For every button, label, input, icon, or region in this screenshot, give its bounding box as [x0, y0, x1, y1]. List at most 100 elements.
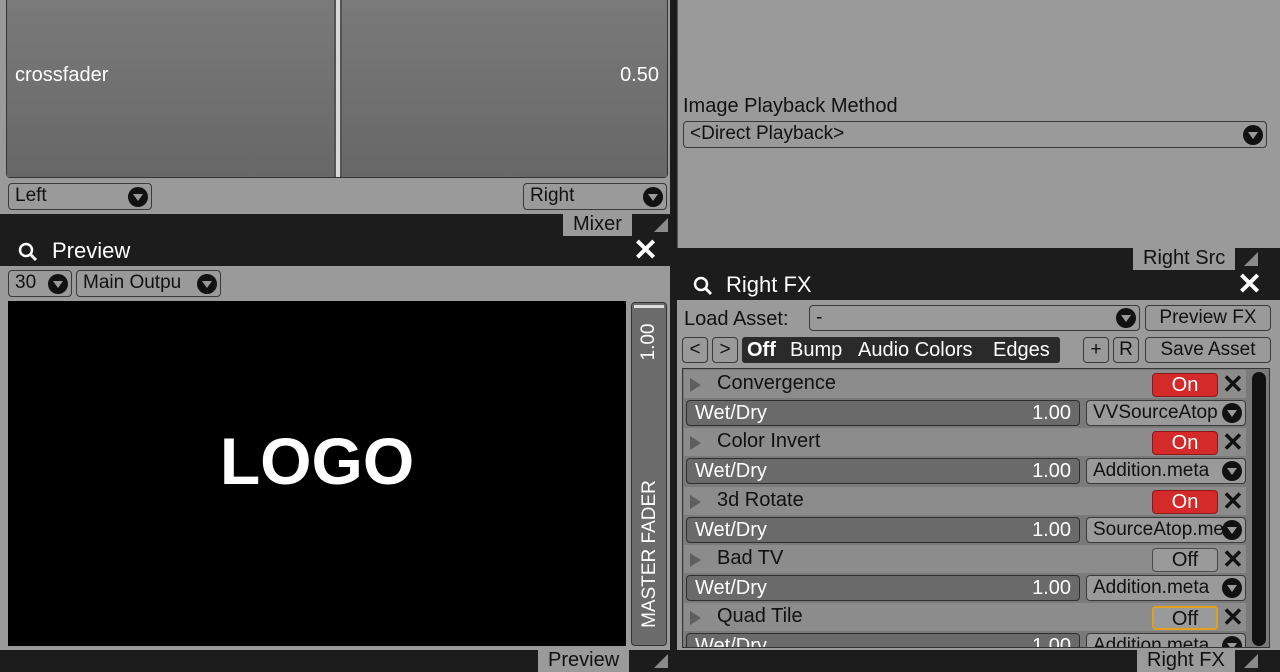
search-icon[interactable] [18, 242, 38, 262]
remove-fx-icon[interactable]: ✕ [1222, 370, 1244, 398]
wetdry-slider[interactable]: Wet/Dry 1.00 [686, 575, 1080, 601]
playback-method-select[interactable]: <Direct Playback> [683, 121, 1267, 148]
disclosure-triangle-icon[interactable] [690, 436, 701, 450]
fx-toggle[interactable]: Off [1152, 606, 1218, 630]
crossfader-slider[interactable]: crossfader 0.50 [6, 0, 668, 178]
crossfader-value: 0.50 [620, 64, 659, 86]
wetdry-label: Wet/Dry [695, 635, 767, 647]
blend-mode-select[interactable]: Addition.meta [1086, 633, 1246, 647]
resize-grip-icon[interactable] [1244, 654, 1258, 668]
fx-name: Color Invert [717, 430, 821, 452]
preview-canvas: LOGO [8, 301, 626, 646]
wetdry-label: Wet/Dry [695, 519, 767, 541]
blend-mode-value: Addition.meta [1093, 460, 1210, 481]
blend-mode-select[interactable]: Addition.meta [1086, 458, 1246, 484]
disclosure-triangle-icon[interactable] [690, 495, 701, 509]
add-fx-button[interactable]: + [1083, 337, 1109, 363]
category-edges[interactable]: Edges [993, 337, 1050, 363]
fx-header-quad-tile[interactable]: Quad Tile Off ✕ [684, 603, 1246, 631]
master-fader[interactable]: 1.00 MASTER FADER [631, 302, 667, 646]
fx-name: Convergence [717, 372, 836, 394]
wetdry-slider[interactable]: Wet/Dry 1.00 [686, 633, 1080, 647]
fx-toggle[interactable]: On [1152, 373, 1218, 397]
load-asset-value: - [816, 307, 823, 328]
right-fx-title: Right FX [726, 272, 812, 297]
blend-mode-value: SourceAtop.meta [1093, 519, 1240, 540]
right-fx-tab[interactable]: Right FX [1137, 648, 1235, 672]
remove-fx-icon[interactable]: ✕ [1222, 603, 1244, 631]
blend-mode-value: Addition.meta [1093, 635, 1210, 647]
preview-title: Preview [52, 238, 131, 263]
playback-method-label: Image Playback Method [683, 95, 898, 117]
next-category-button[interactable]: > [712, 337, 738, 363]
right-source-select[interactable]: Right [523, 183, 667, 210]
master-fader-label: MASTER FADER [639, 480, 660, 628]
blend-mode-select[interactable]: Addition.meta [1086, 575, 1246, 601]
wetdry-value: 1.00 [1032, 635, 1071, 647]
fx-toggle[interactable]: On [1152, 490, 1218, 514]
wetdry-slider[interactable]: Wet/Dry 1.00 [686, 458, 1080, 484]
right-src-tab[interactable]: Right Src [1133, 245, 1236, 271]
crossfader-left-fill [7, 0, 334, 177]
left-source-value: Left [15, 185, 47, 206]
search-icon[interactable] [693, 276, 713, 296]
fx-toggle[interactable]: Off [1152, 548, 1218, 572]
wetdry-slider[interactable]: Wet/Dry 1.00 [686, 517, 1080, 543]
resize-grip-icon[interactable] [654, 218, 668, 232]
master-fader-value: 1.00 [638, 323, 659, 361]
load-asset-label: Load Asset: [684, 308, 789, 330]
wetdry-label: Wet/Dry [695, 577, 767, 599]
fps-value: 30 [15, 272, 37, 293]
wetdry-slider[interactable]: Wet/Dry 1.00 [686, 400, 1080, 426]
disclosure-triangle-icon[interactable] [690, 611, 701, 625]
fx-toggle[interactable]: On [1152, 431, 1218, 455]
chevron-down-icon [1243, 124, 1263, 145]
r-button[interactable]: R [1113, 337, 1139, 363]
crossfader-right-fill [342, 0, 667, 177]
prev-category-button[interactable]: < [682, 337, 708, 363]
remove-fx-icon[interactable]: ✕ [1222, 428, 1244, 456]
chevron-down-icon [197, 273, 217, 294]
chevron-down-icon [1222, 578, 1242, 598]
remove-fx-icon[interactable]: ✕ [1222, 545, 1244, 573]
load-asset-select[interactable]: - [809, 305, 1140, 331]
fx-header-bad-tv[interactable]: Bad TV Off ✕ [684, 545, 1246, 573]
crossfader-handle[interactable] [334, 0, 342, 177]
fx-header-3d-rotate[interactable]: 3d Rotate On ✕ [684, 487, 1246, 515]
logo-text: LOGO [219, 424, 415, 498]
preview-fx-button[interactable]: Preview FX [1145, 305, 1271, 331]
fx-header-color-invert[interactable]: Color Invert On ✕ [684, 428, 1246, 456]
close-icon[interactable]: ✕ [633, 236, 658, 266]
category-audio-colors[interactable]: Audio Colors [858, 337, 973, 363]
blend-mode-select[interactable]: VVSourceAtop [1086, 400, 1246, 426]
playback-method-value: <Direct Playback> [690, 123, 845, 144]
disclosure-triangle-icon[interactable] [690, 378, 701, 392]
category-bump[interactable]: Bump [790, 337, 842, 363]
fx-name: Bad TV [717, 547, 784, 569]
resize-grip-icon[interactable] [654, 654, 668, 668]
fx-name: 3d Rotate [717, 489, 804, 511]
wetdry-value: 1.00 [1032, 519, 1071, 541]
wetdry-label: Wet/Dry [695, 460, 767, 482]
chevron-down-icon [1222, 461, 1242, 481]
mixer-tab[interactable]: Mixer [563, 211, 632, 237]
panel-divider[interactable] [670, 0, 677, 670]
wetdry-value: 1.00 [1032, 577, 1071, 599]
remove-fx-icon[interactable]: ✕ [1222, 487, 1244, 515]
output-select[interactable]: Main Outpu [76, 270, 221, 297]
blend-mode-value: Addition.meta [1093, 577, 1210, 598]
blend-mode-select[interactable]: SourceAtop.meta [1086, 517, 1246, 543]
disclosure-triangle-icon[interactable] [690, 553, 701, 567]
close-icon[interactable]: ✕ [1237, 270, 1262, 300]
save-asset-button[interactable]: Save Asset [1145, 337, 1271, 363]
preview-tab[interactable]: Preview [538, 648, 630, 672]
fps-select[interactable]: 30 [8, 270, 72, 297]
wetdry-value: 1.00 [1032, 402, 1071, 424]
resize-grip-icon[interactable] [1244, 252, 1258, 266]
crossfader-label: crossfader [15, 64, 109, 86]
fx-list-scrollbar[interactable] [1252, 372, 1266, 646]
category-off[interactable]: Off [747, 337, 776, 363]
fx-header-convergence[interactable]: Convergence On ✕ [684, 370, 1246, 398]
master-fader-handle[interactable] [634, 305, 664, 308]
left-source-select[interactable]: Left [8, 183, 152, 210]
